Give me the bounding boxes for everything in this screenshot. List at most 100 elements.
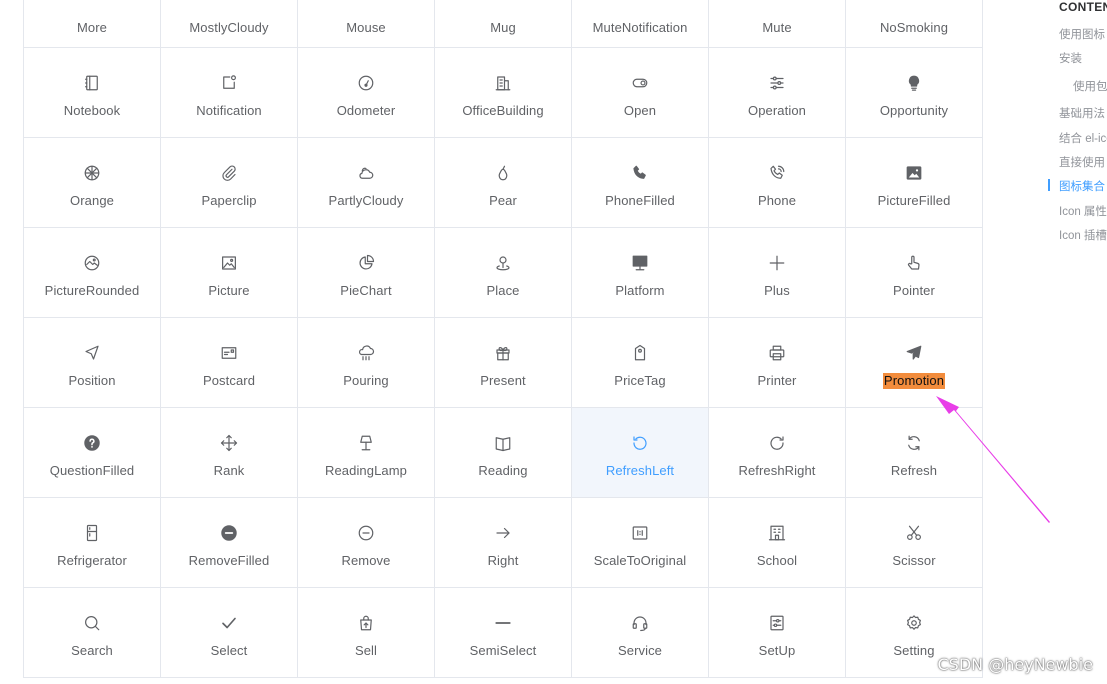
icon-label: School	[756, 553, 798, 568]
icon-cell-price-tag[interactable]: PriceTag	[572, 318, 709, 408]
icon-label: Pear	[489, 193, 517, 208]
icon-cell-partly-cloudy[interactable]: PartlyCloudy	[298, 138, 435, 228]
icon-cell-scissor[interactable]: Scissor	[846, 498, 983, 588]
icon-label: Open	[623, 103, 657, 118]
notification-icon	[220, 74, 238, 92]
icon-cell-position[interactable]: Position	[24, 318, 161, 408]
icon-cell-reading-lamp[interactable]: ReadingLamp	[298, 408, 435, 498]
reading-icon	[494, 434, 512, 452]
icon-cell-pear[interactable]: Pear	[435, 138, 572, 228]
refrigerator-icon	[83, 524, 101, 542]
icon-cell-notebook[interactable]: Notebook	[24, 48, 161, 138]
partly-cloudy-icon	[357, 164, 375, 182]
icon-cell-mute[interactable]: Mute	[709, 0, 846, 48]
icon-cell-reading[interactable]: Reading	[435, 408, 572, 498]
icon-cell-phone-filled[interactable]: PhoneFilled	[572, 138, 709, 228]
icon-cell-refrigerator[interactable]: Refrigerator	[24, 498, 161, 588]
icon-cell-place[interactable]: Place	[435, 228, 572, 318]
icon-cell-set-up[interactable]: SetUp	[709, 588, 846, 678]
semi-select-icon	[494, 614, 512, 632]
icon-cell-mug[interactable]: Mug	[435, 0, 572, 48]
toc-item[interactable]: 图标集合	[1059, 178, 1105, 194]
icon-label: Refresh	[890, 463, 938, 478]
orange-icon	[83, 164, 101, 182]
toc-item[interactable]: 直接使用 SVG 图标	[1059, 154, 1107, 170]
icon-cell-scale-to-original[interactable]: ScaleToOriginal	[572, 498, 709, 588]
icon-label: Printer	[757, 373, 797, 388]
toc-item[interactable]: Icon 插槽	[1059, 227, 1107, 243]
icon-collection-grid: More MostlyCloudy Mouse Mug MuteNotification…	[23, 0, 984, 678]
icon-cell-platform[interactable]: Platform	[572, 228, 709, 318]
icon-cell-notification[interactable]: Notification	[161, 48, 298, 138]
position-icon	[83, 344, 101, 362]
icon-cell-office-building[interactable]: OfficeBuilding	[435, 48, 572, 138]
icon-label: Scissor	[892, 553, 936, 568]
icon-cell-search[interactable]: Search	[24, 588, 161, 678]
toc-item[interactable]: 结合 el-icon 使用	[1059, 130, 1107, 146]
icon-cell-more[interactable]: More	[24, 0, 161, 48]
toc-item[interactable]: 使用图标	[1059, 26, 1105, 42]
icon-cell-right[interactable]: Right	[435, 498, 572, 588]
icon-cell-school[interactable]: School	[709, 498, 846, 588]
icon-cell-question-filled[interactable]: QuestionFilled	[24, 408, 161, 498]
platform-icon	[631, 254, 649, 272]
place-icon	[494, 254, 512, 272]
price-tag-icon	[631, 344, 649, 362]
icon-cell-mouse[interactable]: Mouse	[298, 0, 435, 48]
setup-icon	[768, 614, 786, 632]
icon-cell-present[interactable]: Present	[435, 318, 572, 408]
picture-filled-icon	[905, 164, 923, 182]
icon-cell-plus[interactable]: Plus	[709, 228, 846, 318]
icon-cell-remove-filled[interactable]: RemoveFilled	[161, 498, 298, 588]
notebook-icon	[83, 74, 101, 92]
scissor-icon	[905, 524, 923, 542]
icon-label: Pouring	[343, 373, 389, 388]
icon-cell-picture[interactable]: Picture	[161, 228, 298, 318]
refresh-right-icon	[768, 434, 786, 452]
icon-cell-sell[interactable]: Sell	[298, 588, 435, 678]
icon-cell-select[interactable]: Select	[161, 588, 298, 678]
icon-label: Platform	[615, 283, 665, 298]
icon-cell-refresh-right[interactable]: RefreshRight	[709, 408, 846, 498]
icon-cell-refresh-left[interactable]: RefreshLeft	[572, 408, 709, 498]
icon-label: Place	[486, 283, 520, 298]
icon-label: RefreshLeft	[605, 463, 675, 478]
icon-cell-semi-select[interactable]: SemiSelect	[435, 588, 572, 678]
icon-cell-printer[interactable]: Printer	[709, 318, 846, 408]
icon-cell-remove[interactable]: Remove	[298, 498, 435, 588]
icon-cell-opportunity[interactable]: Opportunity	[846, 48, 983, 138]
icon-cell-mute-notification[interactable]: MuteNotification	[572, 0, 709, 48]
icon-cell-rank[interactable]: Rank	[161, 408, 298, 498]
icon-cell-open[interactable]: Open	[572, 48, 709, 138]
icon-label: ScaleToOriginal	[593, 553, 687, 568]
icon-cell-picture-rounded[interactable]: PictureRounded	[24, 228, 161, 318]
icon-cell-refresh[interactable]: Refresh	[846, 408, 983, 498]
icon-cell-pointer[interactable]: Pointer	[846, 228, 983, 318]
icon-cell-operation[interactable]: Operation	[709, 48, 846, 138]
icon-label: PhoneFilled	[605, 193, 675, 208]
icon-cell-picture-filled[interactable]: PictureFilled	[846, 138, 983, 228]
pouring-icon	[357, 344, 375, 362]
icon-cell-odometer[interactable]: Odometer	[298, 48, 435, 138]
icon-cell-postcard[interactable]: Postcard	[161, 318, 298, 408]
icon-cell-pie-chart[interactable]: PieChart	[298, 228, 435, 318]
icon-cell-phone[interactable]: Phone	[709, 138, 846, 228]
icon-label: RefreshRight	[738, 463, 816, 478]
icon-cell-no-smoking[interactable]: NoSmoking	[846, 0, 983, 48]
school-icon	[768, 524, 786, 542]
icon-cell-paperclip[interactable]: Paperclip	[161, 138, 298, 228]
icon-cell-orange[interactable]: Orange	[24, 138, 161, 228]
pointer-icon	[905, 254, 923, 272]
sell-icon	[357, 614, 375, 632]
icon-label: Operation	[748, 103, 806, 118]
toc-item[interactable]: Icon 属性	[1059, 203, 1107, 219]
icon-cell-mostly-cloudy[interactable]: MostlyCloudy	[161, 0, 298, 48]
toc-item[interactable]: 使用包管理器	[1073, 78, 1107, 94]
toc-item[interactable]: 基础用法	[1059, 105, 1105, 121]
icon-label: Reading	[478, 463, 528, 478]
icon-cell-promotion[interactable]: Promotion	[846, 318, 983, 408]
operation-icon	[768, 74, 786, 92]
icon-cell-pouring[interactable]: Pouring	[298, 318, 435, 408]
toc-item[interactable]: 安装	[1059, 50, 1082, 66]
icon-cell-service[interactable]: Service	[572, 588, 709, 678]
